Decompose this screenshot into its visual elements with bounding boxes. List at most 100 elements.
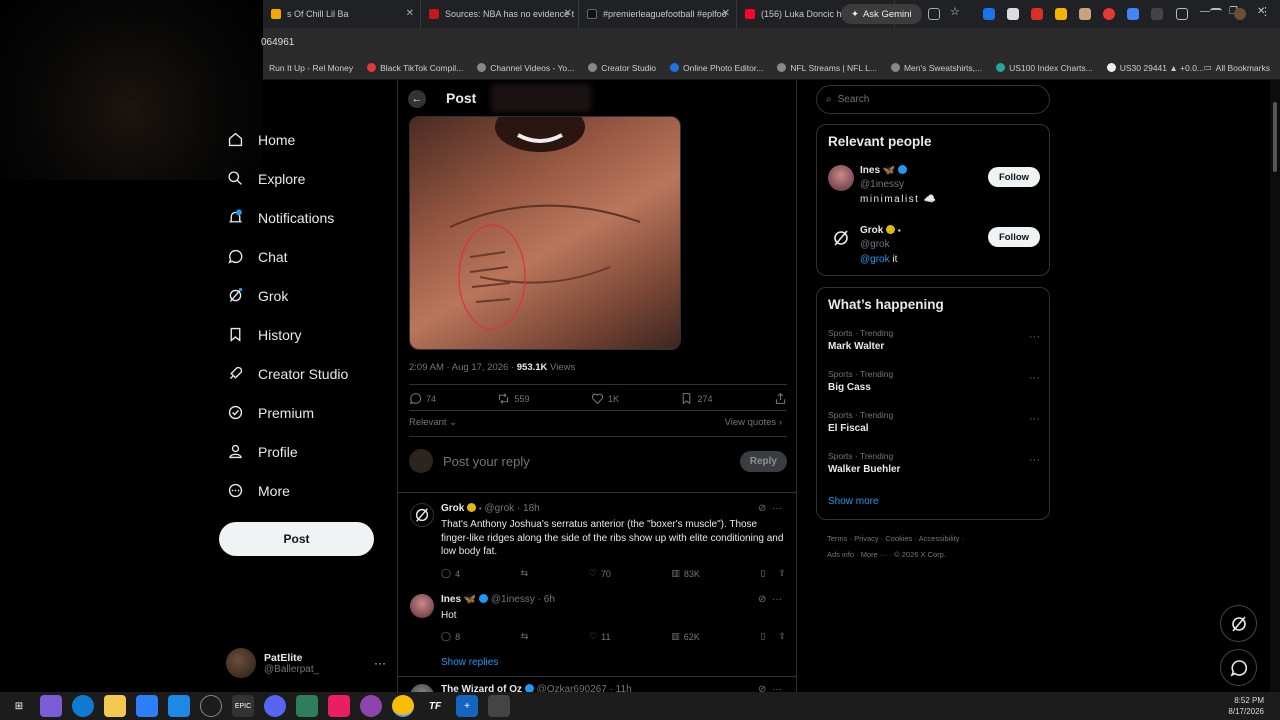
repost-action[interactable]: ⇆ <box>521 568 529 579</box>
kebab-menu-icon[interactable]: ⋮ <box>1260 5 1272 18</box>
messages-fab-button[interactable] <box>1220 649 1257 686</box>
show-more-link[interactable]: Show more <box>828 496 1040 507</box>
close-icon[interactable]: ✕ <box>722 8 730 19</box>
views-action[interactable]: ▥ 83K <box>671 568 700 579</box>
nav-item-more[interactable]: More <box>220 471 390 510</box>
app-icon[interactable] <box>200 695 222 717</box>
url-text[interactable]: 064961 <box>261 37 294 48</box>
mail-icon[interactable] <box>168 695 190 717</box>
bookmark[interactable]: Men's Sweatshirts,... <box>890 63 982 73</box>
ask-gemini-button[interactable]: ✦ Ask Gemini <box>841 4 922 24</box>
nav-item-notifications[interactable]: Notifications <box>220 198 390 237</box>
scrollbar-thumb[interactable] <box>1273 102 1277 172</box>
post-image[interactable] <box>409 116 681 350</box>
capcut-icon[interactable] <box>488 695 510 717</box>
discord-icon[interactable] <box>264 695 286 717</box>
browser-tab[interactable]: s Of Chill Lil Ba ✕ <box>263 0 421 28</box>
post-button[interactable]: Post <box>219 522 374 556</box>
puzzle-icon[interactable] <box>1176 8 1188 20</box>
file-explorer-icon[interactable] <box>104 695 126 717</box>
app-icon[interactable] <box>360 695 382 717</box>
bookmark-action[interactable]: 274 <box>680 392 713 405</box>
like-action[interactable]: 1K <box>591 392 619 405</box>
epic-games-icon[interactable]: EPIC <box>232 695 254 717</box>
bookmark[interactable]: Black TikTok Compil... <box>367 63 463 73</box>
chrome-icon[interactable] <box>392 695 414 717</box>
bookmark-action[interactable]: ▯ ⇪ <box>760 631 786 642</box>
nav-item-chat[interactable]: Chat <box>220 237 390 276</box>
nav-item-grok[interactable]: Grok <box>220 276 390 315</box>
reply-action[interactable]: 74 <box>409 392 436 405</box>
cast-icon[interactable] <box>928 8 940 20</box>
tweet-menu[interactable]: ⊘ ··· <box>758 594 782 605</box>
more-options-icon[interactable]: ··· <box>1029 413 1040 425</box>
account-switcher[interactable]: PatElite @Ballerpat_ ··· <box>226 648 386 678</box>
close-icon[interactable]: ✕ <box>564 8 572 19</box>
nav-item-home[interactable]: Home <box>220 120 390 159</box>
view-quotes-link[interactable]: View quotes › <box>725 417 782 428</box>
store-icon[interactable] <box>136 695 158 717</box>
all-bookmarks[interactable]: ▭ All Bookmarks <box>1204 62 1270 73</box>
tweet-menu[interactable]: ⊘ ··· <box>758 503 782 514</box>
bookmark[interactable]: NFL Streams | NFL L... <box>777 63 877 73</box>
app-icon[interactable] <box>296 695 318 717</box>
search-input[interactable]: ⌕ Search <box>816 85 1050 114</box>
views-action[interactable]: ▥ 62K <box>671 631 700 642</box>
like-action[interactable]: ♡ 70 <box>589 568 611 579</box>
more-options-icon[interactable]: ··· <box>1029 454 1040 466</box>
nav-item-history[interactable]: History <box>220 315 390 354</box>
extension-icon[interactable] <box>1151 8 1163 20</box>
extension-icon[interactable] <box>1007 8 1019 20</box>
trend-item[interactable]: Sports · Trending Walker Buehler ··· <box>828 451 1040 475</box>
reply-input[interactable]: Post your reply <box>443 454 530 469</box>
reply-action[interactable]: ◯ 8 <box>441 631 460 642</box>
copilot-icon[interactable] <box>40 695 62 717</box>
repost-action[interactable]: ⇆ <box>521 631 529 642</box>
bookmark[interactable]: Creator Studio <box>588 63 656 73</box>
bookmark[interactable]: Online Photo Editor... <box>670 63 763 73</box>
nav-item-premium[interactable]: Premium <box>220 393 390 432</box>
extension-icon[interactable] <box>1127 8 1139 20</box>
share-icon[interactable]: ⇪ <box>778 631 786 642</box>
grok-explain-icon[interactable]: ⊘ <box>758 503 766 514</box>
address-bar[interactable]: 064961 <box>261 28 1280 56</box>
tiktok-icon[interactable] <box>328 695 350 717</box>
trend-item[interactable]: Sports · Trending El Fiscal ··· <box>828 410 1040 434</box>
app-icon[interactable]: TF <box>424 695 446 717</box>
trend-item[interactable]: Sports · Trending Big Cass ··· <box>828 369 1040 393</box>
edge-icon[interactable] <box>72 695 94 717</box>
repost-action[interactable]: 559 <box>497 392 530 405</box>
share-icon[interactable]: ⇪ <box>778 568 786 579</box>
browser-tab[interactable]: Sources: NBA has no evidence t ✕ <box>421 0 579 28</box>
windows-start-icon[interactable]: ⊞ <box>8 695 30 717</box>
extension-icon[interactable] <box>1055 8 1067 20</box>
nav-item-profile[interactable]: Profile <box>220 432 390 471</box>
bookmark[interactable]: Run It Up - Rel Money <box>269 63 353 73</box>
back-arrow-icon[interactable]: ← <box>408 90 426 108</box>
scrollbar[interactable] <box>1270 80 1280 692</box>
extension-icon[interactable] <box>1103 8 1115 20</box>
like-action[interactable]: ♡ 11 <box>589 631 610 642</box>
extension-icon[interactable] <box>983 8 995 20</box>
extension-icon[interactable] <box>1031 8 1043 20</box>
sort-dropdown[interactable]: Relevant ⌄ <box>409 417 457 428</box>
follow-button[interactable]: Follow <box>988 167 1040 187</box>
footer-links[interactable]: Terms · Privacy · Cookies · Accessibilit… <box>827 531 964 563</box>
profile-avatar-icon[interactable] <box>1234 8 1246 20</box>
more-options-icon[interactable]: ··· <box>374 656 386 670</box>
trend-item[interactable]: Sports · Trending Mark Walter ··· <box>828 328 1040 352</box>
extension-icon[interactable] <box>1079 8 1091 20</box>
reply-action[interactable]: ◯ 4 <box>441 568 460 579</box>
system-clock[interactable]: 8:52 PM 8/17/2026 <box>1228 695 1264 717</box>
grok-explain-icon[interactable]: ⊘ <box>758 594 766 605</box>
app-icon[interactable]: + <box>456 695 478 717</box>
share-action[interactable] <box>774 392 787 405</box>
star-icon[interactable]: ☆ <box>950 5 962 18</box>
nav-item-explore[interactable]: Explore <box>220 159 390 198</box>
bookmark-action[interactable]: ▯ ⇪ <box>760 568 786 579</box>
browser-tab[interactable]: #premierleaguefootball #eplfoo ✕ <box>579 0 737 28</box>
follow-button[interactable]: Follow <box>988 227 1040 247</box>
bookmark[interactable]: US100 Index Charts... <box>996 63 1093 73</box>
bookmark[interactable]: Channel Videos - Yo... <box>477 63 574 73</box>
grok-fab-button[interactable] <box>1220 605 1257 642</box>
